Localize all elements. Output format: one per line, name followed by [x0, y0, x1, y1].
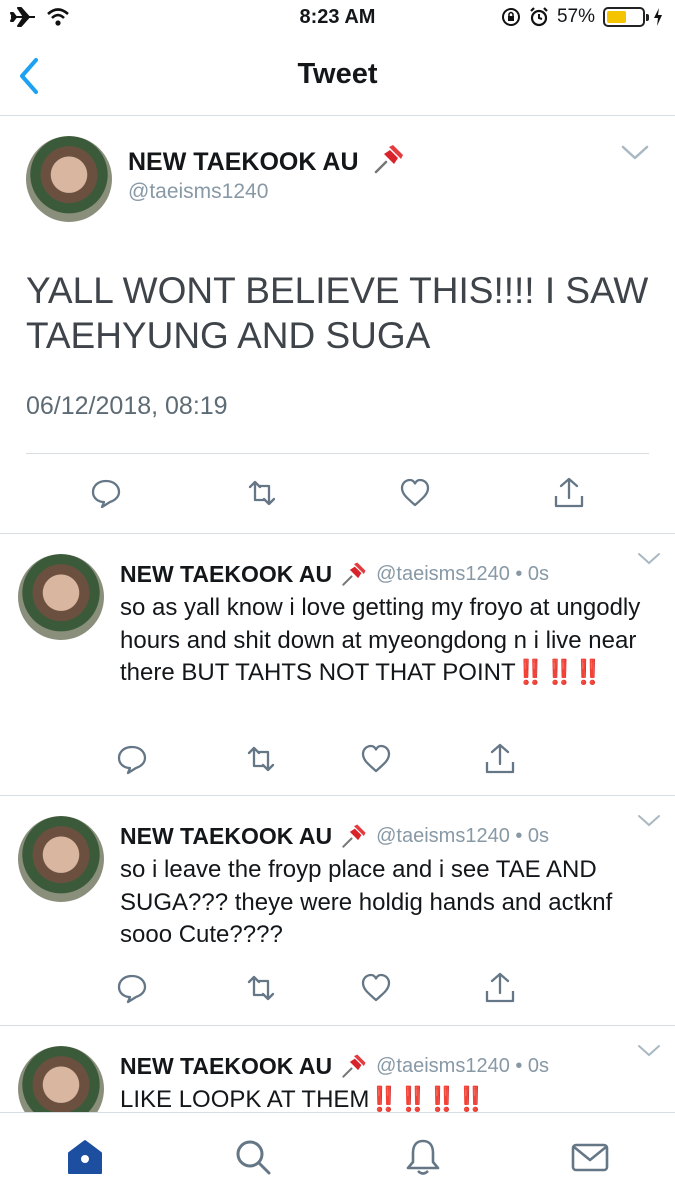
tweet-text: YALL WONT BELIEVE THIS!!!! I SAW TAEHYUN…	[26, 270, 649, 356]
double-exclamation-emoji: ‼️‼️‼️‼️	[369, 1086, 486, 1112]
avatar[interactable]	[18, 816, 104, 902]
status-bar: 8:23 AM 57%	[0, 0, 675, 40]
tab-bar	[0, 1112, 675, 1200]
search-icon[interactable]	[233, 1137, 273, 1177]
main-tweet: NEW TAEKOOK AU @taeisms1240 YALL WONT BE…	[0, 116, 675, 534]
reply-icon[interactable]	[115, 742, 149, 776]
reply-icon[interactable]	[89, 476, 123, 510]
heart-icon[interactable]	[398, 476, 432, 510]
author-name[interactable]: NEW TAEKOOK AU	[120, 1053, 332, 1080]
tweet-text-body: LIKE LOOPK AT THEM	[120, 1086, 370, 1112]
tweet-timestamp: 06/12/2018, 08:19	[26, 392, 228, 420]
retweet-icon[interactable]	[244, 971, 278, 1005]
alarm-icon	[530, 7, 548, 27]
chevron-down-icon[interactable]	[637, 552, 661, 566]
orientation-lock-icon	[501, 8, 520, 26]
author-handle[interactable]: @taeisms1240 • 0s	[376, 825, 549, 848]
tweet-actions	[0, 476, 675, 516]
messages-icon[interactable]	[570, 1137, 610, 1177]
retweet-icon[interactable]	[244, 742, 278, 776]
retweet-icon[interactable]	[245, 476, 279, 510]
battery-icon	[603, 7, 649, 27]
share-icon[interactable]	[483, 971, 517, 1005]
author-name[interactable]: NEW TAEKOOK AU	[120, 823, 332, 850]
avatar[interactable]	[18, 554, 104, 640]
reply-tweet[interactable]: NEW TAEKOOK AU @taeisms1240 • 0s LIKE LO…	[0, 1026, 675, 1112]
home-icon[interactable]	[65, 1137, 105, 1177]
pushpin-icon	[342, 824, 366, 848]
divider	[26, 453, 649, 454]
author-handle[interactable]: @taeisms1240 • 0s	[376, 563, 549, 586]
share-icon[interactable]	[552, 476, 586, 510]
share-icon[interactable]	[483, 742, 517, 776]
author-handle[interactable]: @taeisms1240	[128, 180, 268, 204]
reply-icon[interactable]	[115, 971, 149, 1005]
battery-level	[607, 11, 627, 23]
charging-icon	[654, 8, 662, 26]
avatar[interactable]	[26, 136, 112, 222]
author-handle[interactable]: @taeisms1240 • 0s	[376, 1055, 549, 1078]
nav-bar: Tweet	[0, 40, 675, 116]
chevron-down-icon[interactable]	[637, 1044, 661, 1058]
tweet-text: LIKE LOOPK AT THEM‼️‼️‼️‼️	[120, 1084, 655, 1112]
pushpin-icon	[374, 145, 403, 174]
page-title: Tweet	[297, 58, 378, 90]
author-name[interactable]: NEW TAEKOOK AU	[128, 142, 406, 177]
heart-icon[interactable]	[359, 742, 393, 776]
chevron-down-icon[interactable]	[637, 814, 661, 828]
pushpin-icon	[342, 1054, 366, 1078]
reply-tweet[interactable]: NEW TAEKOOK AU @taeisms1240 • 0s so i le…	[0, 796, 675, 1026]
double-exclamation-emoji: ‼️‼️‼️	[515, 659, 604, 686]
author-name-text: NEW TAEKOOK AU	[128, 148, 359, 176]
chevron-down-icon[interactable]	[621, 144, 649, 162]
tweet-text: so i leave the froyp place and i see TAE…	[120, 856, 613, 948]
reply-tweet[interactable]: NEW TAEKOOK AU @taeisms1240 • 0s so as y…	[0, 534, 675, 796]
pushpin-icon	[342, 562, 366, 586]
battery-percent: 57%	[556, 6, 595, 27]
author-name[interactable]: NEW TAEKOOK AU	[120, 561, 332, 588]
avatar[interactable]	[18, 1046, 104, 1112]
heart-icon[interactable]	[359, 971, 393, 1005]
notifications-icon[interactable]	[403, 1137, 443, 1177]
tweet-text: so as yall know i love getting my froyo …	[120, 592, 655, 690]
